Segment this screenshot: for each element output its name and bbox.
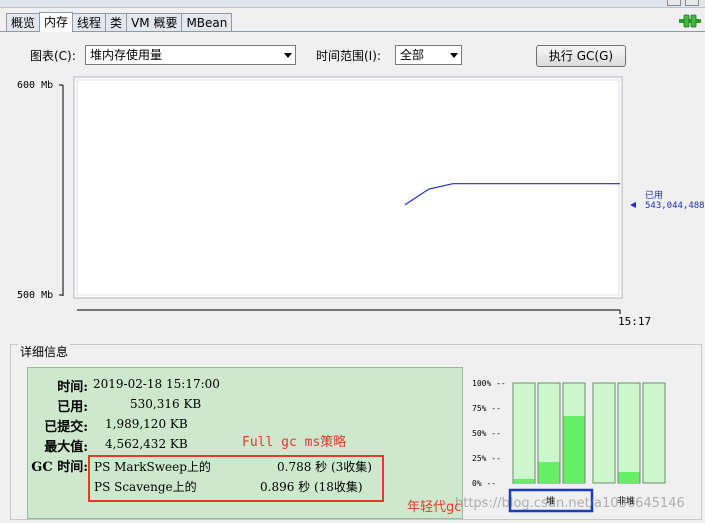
detail-title: 详细信息 [18,343,71,360]
bar-tick-label: 50% -- [472,429,501,438]
title-strip [0,0,705,8]
perform-gc-button[interactable]: 执行 GC(G) [536,45,626,67]
heap-bar [512,382,536,484]
y-tick-label-bottom: 500 Mb [17,290,53,301]
committed-value: 1,989,120 KB [105,417,188,431]
gc-row-marksweep-name: PS MarkSweep上的 [94,460,211,474]
used-value: 530,316 KB [130,397,202,411]
tab-overview[interactable]: 概览 [6,13,41,32]
gc-time-label: GC 时间: [31,460,88,475]
series-legend-label: 已用 [645,190,663,201]
watermark: https://blog.csdn.net/a1036645146 [455,496,685,511]
used-label: 已用: [57,400,88,415]
chevron-down-icon [284,53,292,58]
young-gc-annotation: 年轻代gc [407,500,462,515]
bar-tick-label: 25% -- [472,454,501,463]
x-tick-label: 15:17 [618,315,651,328]
nonheap-bar-fill [618,472,640,483]
heap-bar-fill [513,479,535,483]
tab-memory[interactable]: 内存 [39,12,74,32]
connection-icon[interactable] [679,14,701,28]
full-gc-annotation: Full gc ms策略 [242,435,347,450]
gc-row-marksweep-time: 0.788 秒 (3收集) [277,460,372,474]
chart-select-label: 图表(C): [30,49,76,63]
plot-area [73,76,623,299]
time-range-label: 时间范围(I): [316,49,381,63]
gc-row-scavenge-name: PS Scavenge上的 [94,480,197,494]
tab-vm-summary[interactable]: VM 概要 [126,13,183,32]
max-label: 最大值: [44,440,88,455]
heap-usage-chart: 600 Mb 500 Mb 15:17 已用 543,044,488 [0,72,705,334]
max-value: 4,562,432 KB [105,437,188,451]
gc-row-scavenge-time: 0.896 秒 (18收集) [260,480,363,494]
heap-bar-fill [538,462,560,483]
tab-bar: 概览 内存 线程 类 VM 概要 MBean [6,12,233,32]
chart-select-value: 堆内存使用量 [90,48,163,62]
tab-classes[interactable]: 类 [105,13,128,32]
committed-label: 已提交: [44,420,88,435]
window-buttons[interactable] [667,0,699,6]
nonheap-bar [592,382,616,484]
bar-tick-label: 75% -- [472,404,501,413]
bar-tick-label: 100% -- [472,379,506,388]
chart-select[interactable]: 堆内存使用量 [85,45,296,65]
tab-mbean[interactable]: MBean [181,13,233,32]
y-tick-label-top: 600 Mb [17,80,53,91]
time-range-select[interactable]: 全部 [395,45,462,65]
memory-pool-bars[interactable]: 100% --75% --50% --25% --0% -- 堆 非堆 [466,373,702,515]
time-label: 时间: [57,380,88,395]
tab-divider [0,31,705,32]
nonheap-bar [617,382,641,484]
time-value: 2019-02-18 15:17:00 [93,377,220,391]
current-value-label: 543,044,488 [645,201,705,211]
heap-bar-fill [563,416,585,483]
nonheap-bar [642,382,666,484]
time-range-value: 全部 [400,48,425,62]
chevron-down-icon [450,53,458,58]
bar-tick-label: 0% -- [472,479,496,488]
tab-threads[interactable]: 线程 [72,13,107,32]
